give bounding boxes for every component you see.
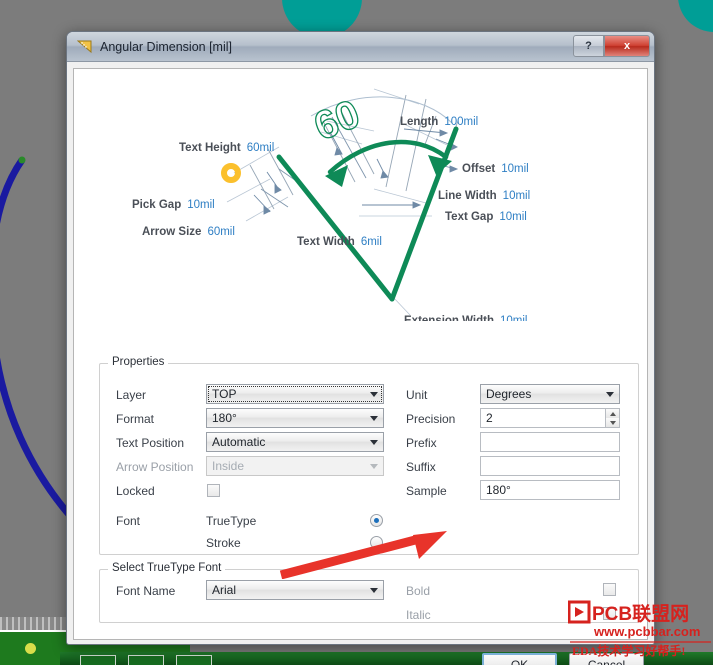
dimension-preview: 60 Text Height 60mil Pick Gap 10mil Arrow … [74, 69, 647, 321]
label-text-gap: Text Gap 10mil [445, 211, 527, 223]
text-position-combobox[interactable]: Automatic [206, 432, 384, 452]
chevron-down-icon [365, 457, 383, 475]
chevron-down-icon [365, 581, 383, 599]
font-name-value: Arial [212, 583, 237, 597]
board-pad [80, 655, 116, 665]
angle-text-60: 60 [307, 91, 366, 150]
arrow-position-value: Inside [212, 459, 245, 473]
svg-text:60: 60 [308, 92, 366, 149]
label-text-height: Text Height 60mil [179, 142, 275, 154]
help-button[interactable]: ? [573, 35, 604, 57]
text-position-label: Text Position [116, 436, 185, 450]
label-extension-width: Extension Width 10mil [404, 315, 528, 321]
spinner-down-icon[interactable] [606, 418, 619, 427]
stroke-radio[interactable] [370, 536, 383, 549]
font-name-label: Font Name [116, 584, 176, 598]
font-name-combobox[interactable]: Arial [206, 580, 384, 600]
angular-dimension-dialog: Angular Dimension [mil] ? x 60 Text Heig… [66, 31, 655, 665]
dialog-body: 60 Text Height 60mil Pick Gap 10mil Arrow … [73, 68, 648, 665]
sample-input: 180° [480, 480, 620, 500]
font-label: Font [116, 514, 141, 528]
layer-label: Layer [116, 388, 147, 402]
dimension-preview-graphic: 60 [226, 88, 459, 316]
truetype-label: TrueType [206, 514, 257, 528]
suffix-label: Suffix [406, 460, 436, 474]
layer-value: TOP [212, 387, 237, 401]
label-offset: Offset 10mil [462, 163, 529, 175]
properties-group: Properties Layer TOP Format 180° Text Po… [99, 356, 639, 555]
spinner-up-icon[interactable] [606, 409, 619, 418]
sample-label: Sample [406, 484, 447, 498]
unit-value: Degrees [486, 387, 532, 401]
board-pad [176, 655, 212, 665]
text-position-value: Automatic [212, 435, 266, 449]
label-line-width: Line Width 10mil [438, 190, 531, 202]
suffix-input[interactable] [480, 456, 620, 476]
label-length: Length 100mil [400, 116, 479, 128]
properties-group-title: Properties [108, 356, 169, 368]
bold-label: Bold [406, 584, 431, 598]
unit-combobox[interactable]: Degrees [480, 384, 620, 404]
arrow-position-combobox: Inside [206, 456, 384, 476]
format-value: 180° [212, 411, 237, 425]
truetype-font-group: Select TrueType Font Font Name Arial Bol… [99, 562, 639, 623]
prefix-label: Prefix [406, 436, 437, 450]
prefix-input[interactable] [480, 432, 620, 452]
window-controls: ? x [573, 35, 650, 57]
precision-spinner[interactable] [606, 408, 620, 428]
format-combobox[interactable]: 180° [206, 408, 384, 428]
screen: Angular Dimension [mil] ? x 60 Text Heig… [0, 0, 713, 665]
ruler-icon [77, 40, 92, 53]
format-label: Format [116, 412, 155, 426]
board-pad [128, 655, 164, 665]
chevron-down-icon [365, 409, 383, 427]
close-button[interactable]: x [604, 35, 650, 57]
bold-checkbox[interactable] [603, 583, 616, 596]
stroke-label: Stroke [206, 536, 241, 550]
cancel-button[interactable]: Cancel [569, 653, 644, 665]
unit-label: Unit [406, 388, 428, 402]
locked-label: Locked [116, 484, 155, 498]
italic-checkbox[interactable] [603, 607, 616, 620]
dialog-title: Angular Dimension [mil] [100, 39, 232, 54]
label-arrow-size: Arrow Size 60mil [142, 226, 235, 238]
pick-point-marker [221, 163, 241, 183]
label-text-width: Text Width 6mil [297, 236, 382, 248]
italic-label: Italic [406, 608, 431, 622]
background-circle [678, 0, 713, 32]
precision-input[interactable]: 2 [480, 408, 606, 428]
label-pick-gap: Pick Gap 10mil [132, 199, 215, 211]
layer-combobox[interactable]: TOP [206, 384, 384, 404]
truetype-radio[interactable] [370, 514, 383, 527]
board-pad [25, 643, 36, 654]
truetype-group-title: Select TrueType Font [108, 562, 226, 574]
dialog-titlebar[interactable]: Angular Dimension [mil] ? x [67, 32, 654, 62]
precision-label: Precision [406, 412, 456, 426]
chevron-down-icon [365, 385, 383, 403]
chevron-down-icon [601, 385, 619, 403]
locked-checkbox[interactable] [207, 484, 220, 497]
chevron-down-icon [365, 433, 383, 451]
ok-button[interactable]: OK [482, 653, 557, 665]
arrow-position-label: Arrow Position [116, 460, 194, 474]
